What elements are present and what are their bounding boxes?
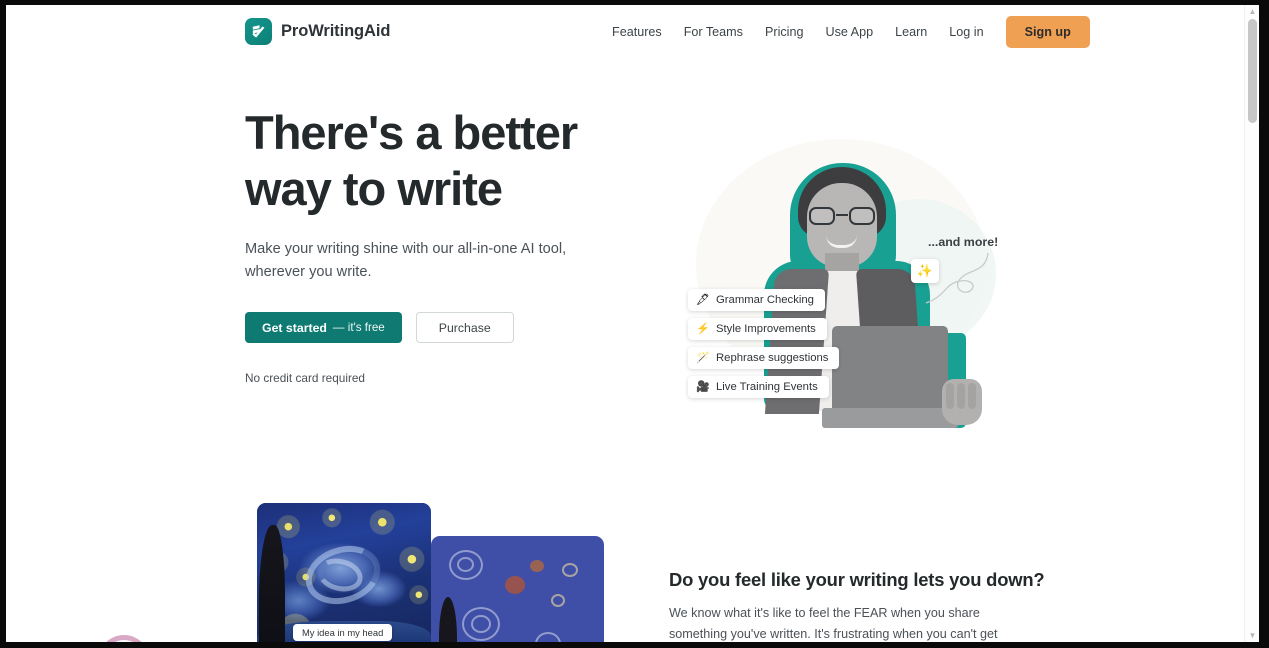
lower-paragraph: We know what it's like to feel the FEAR … xyxy=(669,606,998,641)
nav-item-use-app[interactable]: Use App xyxy=(814,17,884,47)
lightning-icon: ⚡ xyxy=(696,322,710,335)
glasses-right-lens xyxy=(849,207,875,225)
hero-headline: There's a better way to write xyxy=(245,106,578,215)
vertical-scrollbar[interactable]: ▲ ▼ xyxy=(1244,5,1259,642)
person-hand xyxy=(942,379,982,425)
hero-illustration: ...and more! ✨ 🖋 Grammar Checking ⚡ Styl… xyxy=(666,111,1016,441)
nav-item-for-teams[interactable]: For Teams xyxy=(673,17,754,47)
get-started-button[interactable]: Get started — it's free xyxy=(245,312,402,343)
feature-chip-rephrase-suggestions: 🪄 Rephrase suggestions xyxy=(688,347,840,369)
scribble-blob xyxy=(505,576,525,594)
scrollbar-up-arrow[interactable]: ▲ xyxy=(1248,7,1257,16)
video-camera-icon: 🎥 xyxy=(696,380,710,393)
scribble-blob xyxy=(530,560,544,572)
brand-name: ProWritingAid xyxy=(281,22,391,40)
feature-chip-label: Style Improvements xyxy=(716,323,816,335)
brand-logo[interactable]: ProWritingAid xyxy=(245,18,390,45)
feature-chip-label: Live Training Events xyxy=(716,381,818,393)
simplified-cypress xyxy=(439,597,457,642)
nav-item-features[interactable]: Features xyxy=(601,17,673,47)
finger xyxy=(968,383,976,409)
feature-chip-label: Rephrase suggestions xyxy=(716,352,829,364)
sparkle-icon: ✨ xyxy=(911,259,939,283)
hero-section: There's a better way to write Make your … xyxy=(6,61,1244,461)
hero-copy: There's a better way to write Make your … xyxy=(245,105,645,385)
starry-night-cypress xyxy=(259,525,285,642)
glasses-left-lens xyxy=(809,207,835,225)
finger xyxy=(957,383,965,409)
scrollbar-thumb[interactable] xyxy=(1248,19,1257,123)
sign-up-button[interactable]: Sign up xyxy=(1005,16,1090,48)
simplified-drawing-image xyxy=(431,536,604,642)
laptop-base xyxy=(822,408,958,428)
feature-chip-grammar-checking: 🖋 Grammar Checking xyxy=(688,289,825,311)
scribble-spiral xyxy=(551,594,565,607)
hero-subtext: Make your writing shine with our all-in-… xyxy=(245,241,567,280)
nav-item-pricing[interactable]: Pricing xyxy=(754,17,815,47)
and-more-label: ...and more! xyxy=(928,235,999,249)
main-navigation: Features For Teams Pricing Use App Learn… xyxy=(601,16,1090,48)
feature-chip-style-improvements: ⚡ Style Improvements xyxy=(688,318,827,340)
starry-night-image: My idea in my head xyxy=(257,503,431,642)
feature-chip-list: 🖋 Grammar Checking ⚡ Style Improvements … xyxy=(688,289,840,398)
nav-item-log-in[interactable]: Log in xyxy=(938,17,994,47)
hero-actions: Get started — it's free Purchase xyxy=(245,312,645,343)
scribble-spiral xyxy=(535,632,561,642)
lower-copy: Do you feel like your writing lets you d… xyxy=(669,569,1045,642)
scribble-spiral-inner xyxy=(457,557,474,572)
prowritingaid-logo-icon xyxy=(245,18,272,45)
nav-item-learn[interactable]: Learn xyxy=(884,17,938,47)
glasses-icon xyxy=(808,207,876,225)
scribble-spiral-inner xyxy=(471,615,491,633)
no-credit-card-note: No credit card required xyxy=(245,371,365,385)
get-started-suffix: — it's free xyxy=(332,321,385,334)
magic-wand-icon: 🪄 xyxy=(696,351,710,364)
writing-lets-you-down-section: My idea in my head Do you feel like your… xyxy=(6,461,1244,642)
browser-window: ProWritingAid Features For Teams Pricing… xyxy=(0,0,1269,648)
web-page: ProWritingAid Features For Teams Pricing… xyxy=(6,5,1244,642)
pen-icon: 🖋 xyxy=(696,293,710,306)
feature-chip-live-training-events: 🎥 Live Training Events xyxy=(688,376,829,398)
purchase-button[interactable]: Purchase xyxy=(415,312,514,343)
glasses-bridge xyxy=(836,214,848,217)
lower-heading: Do you feel like your writing lets you d… xyxy=(669,569,1045,590)
get-started-label: Get started xyxy=(262,320,327,335)
finger xyxy=(946,383,954,409)
site-header: ProWritingAid Features For Teams Pricing… xyxy=(6,5,1244,61)
scribble-spiral xyxy=(562,563,578,577)
feature-chip-label: Grammar Checking xyxy=(716,294,814,306)
decorative-arc xyxy=(98,635,150,642)
page-viewport: ProWritingAid Features For Teams Pricing… xyxy=(6,5,1259,642)
scrollbar-down-arrow[interactable]: ▼ xyxy=(1248,631,1257,640)
starry-night-caption: My idea in my head xyxy=(293,624,393,641)
